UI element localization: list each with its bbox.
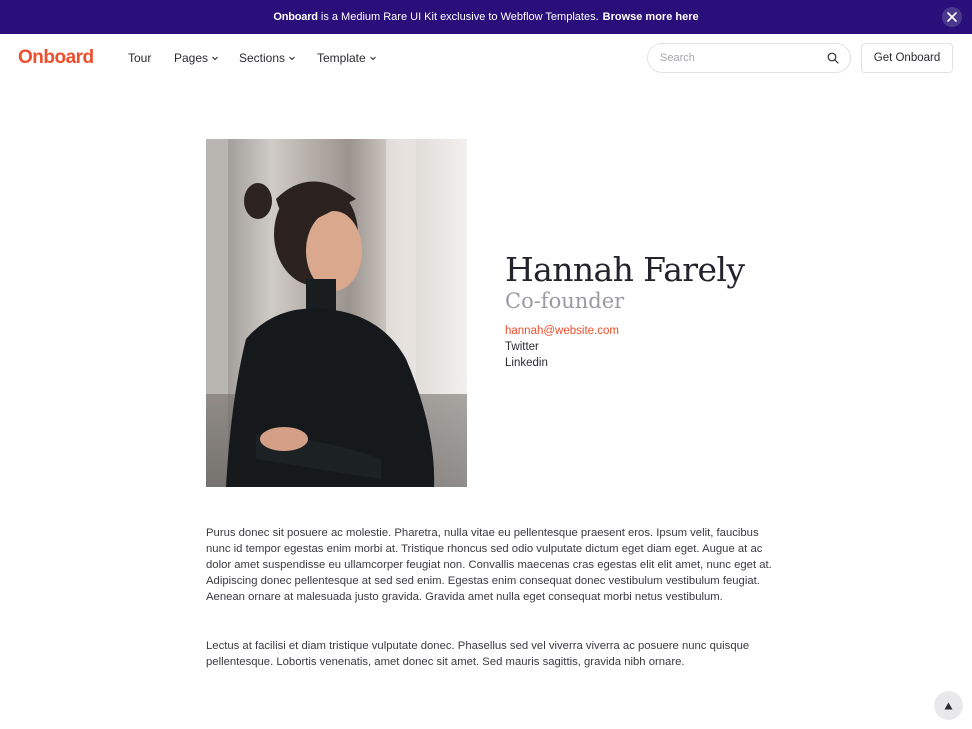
top-navigation: Onboard Tour Pages Sections Template Get… [0, 34, 972, 82]
nav-item-label: Sections [239, 51, 286, 65]
nav-item-label: Template [317, 51, 366, 65]
email-link[interactable]: hannah@website.com [505, 325, 619, 337]
bio-paragraph: Purus donec sit posuere ac molestie. Pha… [206, 527, 772, 604]
announcement-link[interactable]: Browse more here [603, 11, 699, 23]
linkedin-link[interactable]: Linkedin [505, 357, 548, 369]
twitter-link[interactable]: Twitter [505, 341, 539, 353]
chevron-down-icon [369, 56, 376, 61]
get-onboard-button[interactable]: Get Onboard [861, 43, 953, 73]
chevron-down-icon [212, 56, 218, 61]
search-input[interactable] [660, 52, 820, 64]
nav-item-template[interactable]: Template [317, 51, 377, 65]
nav-item-label: Pages [174, 51, 209, 65]
nav-item-label: Tour [128, 51, 152, 65]
profile-role: Co-founder [505, 289, 625, 313]
announcement-bar: Onboard is a Medium Rare UI Kit exclusiv… [0, 0, 972, 34]
close-icon [947, 12, 957, 22]
nav-item-sections[interactable]: Sections [239, 51, 296, 65]
arrow-up-icon [944, 702, 953, 709]
scroll-to-top-button[interactable] [934, 691, 963, 720]
announcement-text: is a Medium Rare UI Kit exclusive to Web… [317, 11, 599, 23]
profile-name: Hannah Farely [505, 250, 745, 289]
search-icon[interactable] [827, 52, 839, 64]
chevron-down-icon [289, 56, 295, 61]
logo[interactable]: Onboard [18, 47, 94, 69]
nav-item-pages[interactable]: Pages [174, 51, 219, 65]
bio-paragraph: Lectus at facilisi et diam tristique vul… [206, 640, 750, 669]
profile-photo [206, 139, 467, 487]
search-box [647, 43, 851, 73]
close-announcement-button[interactable] [942, 7, 962, 27]
nav-item-tour[interactable]: Tour [128, 51, 151, 65]
announcement-brand: Onboard [273, 11, 318, 23]
